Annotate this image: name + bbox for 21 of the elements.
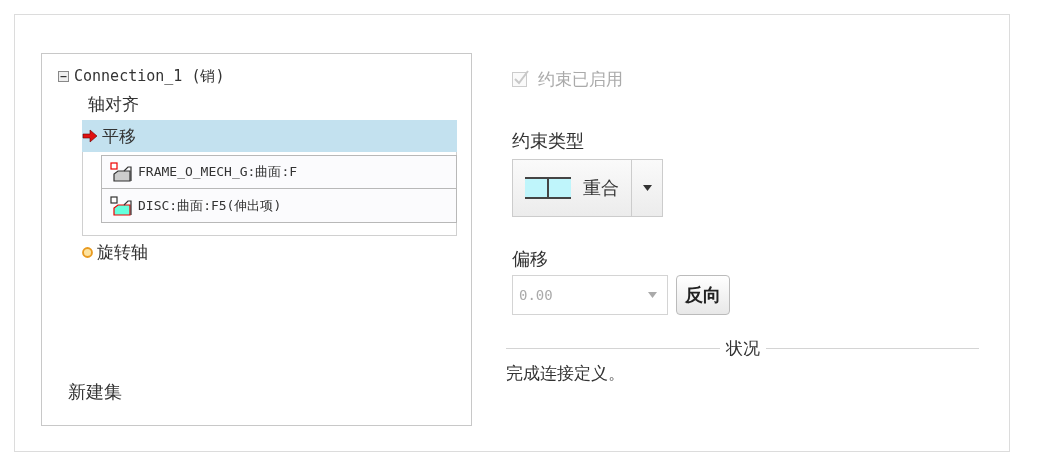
flip-button[interactable]: 反向	[676, 275, 730, 315]
collapse-icon[interactable]	[58, 70, 69, 82]
part-surface-icon	[110, 195, 132, 216]
tree-item[interactable]: 旋转轴	[82, 236, 457, 268]
reference-item[interactable]: FRAME_O_MECH_G:曲面:F	[101, 155, 457, 189]
tree-root-label[interactable]: Connection_1 (销)	[74, 66, 225, 86]
caret-icon	[647, 292, 657, 298]
constraint-type-label: 约束类型	[512, 129, 585, 153]
constraint-type-dropdown[interactable]: 重合	[512, 159, 663, 217]
status-title: 状况	[725, 337, 760, 360]
caret-icon	[642, 185, 652, 191]
tree-item[interactable]: 轴对齐	[82, 88, 457, 120]
status-message: 完成连接定义。	[506, 362, 626, 385]
part-surface-icon	[110, 162, 132, 182]
tree-item[interactable]: 平移	[82, 120, 457, 152]
arrow-icon	[82, 129, 98, 143]
status-dot-icon	[82, 246, 93, 258]
coincident-icon	[525, 177, 571, 199]
new-set-link[interactable]: 新建集	[68, 380, 122, 404]
reference-item[interactable]: DISC:曲面:F5(伸出项)	[101, 189, 457, 223]
offset-label: 偏移	[512, 247, 549, 271]
